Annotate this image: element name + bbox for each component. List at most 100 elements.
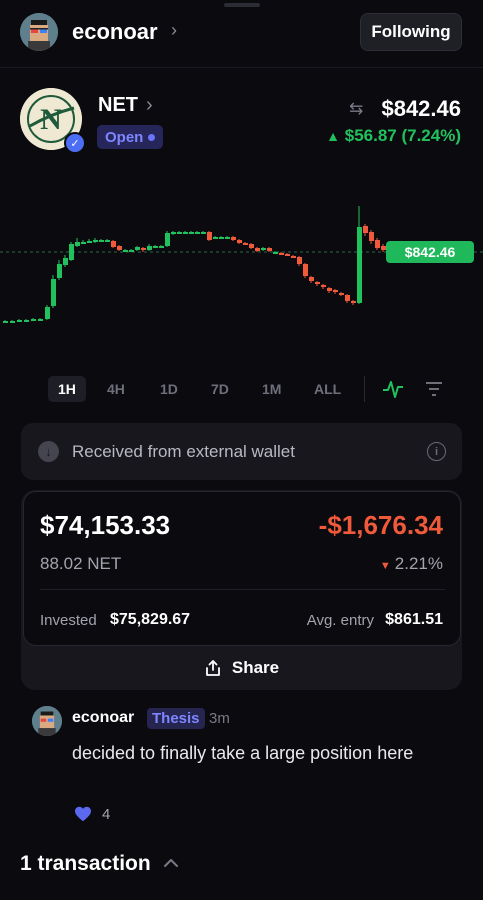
candle-body — [117, 246, 122, 250]
up-arrow-icon: ▲ — [326, 128, 341, 144]
position-pnl: -$1,676.34 — [318, 510, 443, 540]
candle-body — [51, 279, 56, 306]
line-chart-icon[interactable] — [382, 378, 404, 400]
candle-body — [171, 232, 176, 234]
candle-body — [291, 256, 296, 258]
timeframe-selector: 1H 4H 1D 7D 1M ALL — [0, 372, 483, 404]
candle — [117, 245, 122, 251]
candle-body — [38, 319, 43, 321]
candle — [189, 231, 194, 234]
candle — [105, 239, 110, 242]
comment-time: 3m — [209, 710, 230, 727]
position-value: $74,153.33 — [40, 510, 171, 540]
candle-body — [81, 242, 86, 244]
candle-body — [297, 257, 302, 264]
ticker-chevron-icon[interactable]: › — [146, 94, 153, 117]
candle-body — [57, 264, 62, 278]
candle — [75, 238, 80, 247]
candle-body — [357, 227, 362, 303]
candle-body — [183, 232, 188, 234]
candle — [231, 236, 236, 241]
candle — [243, 242, 248, 245]
timeframe-1m[interactable]: 1M — [252, 376, 291, 402]
timeframe-1d[interactable]: 1D — [150, 376, 188, 402]
comment-avatar[interactable] — [32, 706, 62, 736]
candle — [57, 260, 62, 280]
candle — [225, 236, 230, 239]
candle — [297, 256, 302, 266]
candle-body — [177, 232, 182, 234]
share-button[interactable]: Share — [21, 648, 462, 688]
candle-body — [45, 307, 50, 319]
candle — [339, 292, 344, 296]
timeframe-7d[interactable]: 7D — [201, 376, 239, 402]
timeframe-4h[interactable]: 4H — [97, 376, 135, 402]
candle — [10, 320, 15, 323]
candle — [51, 275, 56, 308]
candle-body — [24, 320, 29, 322]
candle — [31, 318, 36, 321]
candle — [351, 300, 356, 305]
candle — [135, 246, 140, 251]
chevron-up-icon[interactable] — [163, 858, 179, 868]
candle — [69, 242, 74, 261]
candle — [315, 281, 320, 286]
candle — [219, 236, 224, 239]
candle-body — [249, 244, 254, 248]
candle-body — [87, 241, 92, 243]
candle-body — [213, 237, 218, 239]
candle — [327, 287, 332, 293]
candle — [183, 231, 188, 234]
candle — [63, 255, 68, 267]
candle — [165, 231, 170, 247]
asset-ticker[interactable]: NET — [98, 94, 138, 117]
candle-body — [321, 285, 326, 287]
candle — [159, 245, 164, 248]
share-icon — [205, 660, 220, 676]
candle-body — [303, 264, 308, 276]
candle — [147, 244, 152, 251]
candle — [321, 284, 326, 289]
timeframe-all[interactable]: ALL — [304, 376, 351, 402]
price-chart[interactable] — [0, 180, 483, 360]
candle — [38, 318, 43, 321]
transactions-title[interactable]: 1 transaction — [20, 852, 151, 876]
candle-body — [69, 244, 74, 260]
following-button[interactable]: Following — [360, 13, 462, 51]
candle — [273, 251, 278, 254]
username[interactable]: econoar — [72, 19, 158, 45]
user-avatar[interactable] — [20, 13, 58, 51]
candle — [129, 249, 134, 252]
candle — [3, 320, 8, 323]
candle-body — [147, 246, 152, 250]
swap-icon[interactable]: ⇆ — [349, 99, 363, 119]
comment-text: decided to finally take a large position… — [72, 743, 414, 763]
chevron-right-icon[interactable]: › — [171, 20, 177, 41]
candle — [249, 243, 254, 249]
heart-icon[interactable] — [74, 806, 92, 822]
share-label: Share — [231, 658, 280, 677]
candle-body — [3, 321, 8, 323]
comment-username[interactable]: econoar — [72, 709, 134, 727]
candle-body — [219, 237, 224, 239]
candle — [255, 247, 260, 252]
candle-body — [363, 226, 368, 233]
timeframe-1h[interactable]: 1H — [48, 376, 86, 402]
candle-body — [201, 232, 206, 234]
info-icon[interactable]: i — [427, 442, 446, 461]
candle-body — [63, 258, 68, 265]
pnl-percent: ▼ 2.21% — [380, 554, 443, 574]
down-arrow-icon: ▼ — [379, 560, 391, 572]
candle-body — [225, 237, 230, 239]
divider — [364, 376, 365, 402]
position-quantity: 88.02 NET — [40, 554, 122, 573]
candle-body — [129, 250, 134, 252]
thesis-tag: Thesis — [147, 708, 205, 729]
received-banner[interactable]: ↓ Received from external wallet i — [21, 423, 462, 480]
filter-icon[interactable] — [424, 379, 444, 399]
candle-body — [309, 277, 314, 281]
candle-body — [93, 240, 98, 242]
candle — [17, 319, 22, 322]
candle-body — [159, 246, 164, 248]
candle — [363, 224, 368, 236]
